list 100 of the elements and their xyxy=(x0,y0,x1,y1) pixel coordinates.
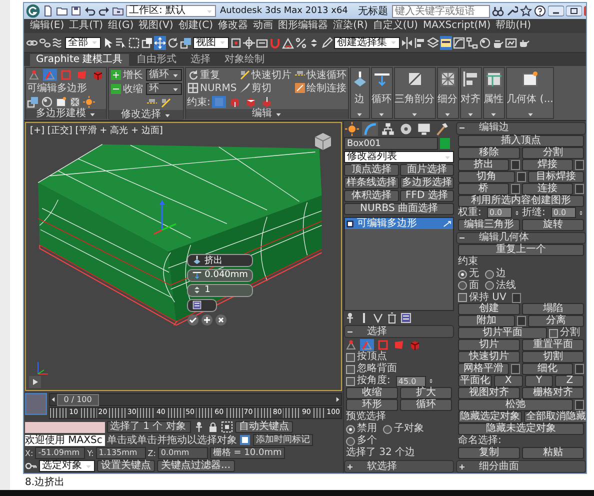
panel-button[interactable]: 粘贴 xyxy=(522,447,584,460)
ribbon-panel-button[interactable]: 对齐 xyxy=(460,67,482,119)
menu-item[interactable]: MAXScript(M) xyxy=(422,20,491,32)
spinner-field[interactable]: 45.0 xyxy=(396,376,426,386)
ribbon-panel-button[interactable]: 属性 xyxy=(482,67,505,119)
key-icon[interactable] xyxy=(25,460,37,472)
radio-button[interactable] xyxy=(346,424,355,434)
make-unique-icon[interactable] xyxy=(372,312,384,324)
panel-button[interactable]: 全部取消隐藏 xyxy=(524,411,586,424)
minimize-icon[interactable] xyxy=(548,5,564,17)
coordinate-field[interactable]: -51.09mm xyxy=(35,447,86,459)
rollout-header[interactable]: 编辑边 xyxy=(456,122,586,135)
mirror-icon[interactable] xyxy=(401,36,413,50)
radio-button[interactable] xyxy=(485,270,494,278)
settings-button[interactable] xyxy=(516,316,526,326)
dashed-rectangle-icon[interactable] xyxy=(128,36,140,50)
radio-button[interactable] xyxy=(346,436,355,446)
panel-button[interactable]: 重复上一个 xyxy=(458,244,584,256)
menu-item[interactable]: 修改器 xyxy=(218,20,248,32)
play-icon[interactable] xyxy=(29,376,41,388)
panel-button[interactable]: 插入顶点 xyxy=(458,134,584,147)
panel-button[interactable]: 分离 xyxy=(528,315,584,328)
modifier-button[interactable]: 顶点选择 xyxy=(344,164,398,176)
render-frame-icon[interactable] xyxy=(505,36,517,50)
layers-icon[interactable] xyxy=(427,36,439,50)
material-sphere-icon[interactable] xyxy=(479,36,491,50)
list-cursor-icon[interactable] xyxy=(115,36,127,50)
ribbon-tool-button[interactable]: 剪切 xyxy=(238,82,292,94)
menu-item[interactable]: 工具(T) xyxy=(69,20,104,32)
rollout-header[interactable]: 细分曲面 xyxy=(456,460,586,473)
scale-icon[interactable] xyxy=(27,96,39,108)
angle-snap-icon[interactable] xyxy=(282,36,294,50)
object-name-field[interactable]: Box001 xyxy=(344,137,438,150)
menu-item[interactable]: 渲染(R) xyxy=(333,20,368,32)
ribbon-panel-button[interactable]: 边 xyxy=(350,67,370,119)
menu-item[interactable]: 视图(V) xyxy=(138,20,174,32)
toolbar-dropdown[interactable]: 创建选择集 xyxy=(334,36,400,48)
toolbar-dropdown[interactable]: 全部 xyxy=(65,36,101,48)
time-tag-icon[interactable] xyxy=(239,434,251,446)
settings-button[interactable] xyxy=(516,172,526,182)
radio-button[interactable] xyxy=(485,281,494,290)
modifier-button[interactable]: 面片选择 xyxy=(400,164,454,176)
settings-button[interactable] xyxy=(575,364,584,374)
panel-button[interactable]: 挤出 xyxy=(458,158,509,171)
panel-button[interactable]: 分割 xyxy=(522,146,584,159)
pin-icon[interactable] xyxy=(193,421,205,433)
radio-button[interactable] xyxy=(458,281,467,290)
layout-toggle-icon[interactable] xyxy=(25,393,47,415)
folder-icon[interactable] xyxy=(56,5,68,17)
align-icon[interactable] xyxy=(414,36,426,50)
panel-button[interactable]: 环形 xyxy=(346,399,398,411)
rollout-header[interactable]: 编辑几何体 xyxy=(456,232,586,244)
ok-icon[interactable] xyxy=(186,314,199,326)
wavy-lines-icon[interactable] xyxy=(52,36,64,50)
rollout-header[interactable]: 选择 xyxy=(344,325,454,338)
radio-button[interactable] xyxy=(383,424,392,434)
panel-button[interactable]: 细化 xyxy=(522,363,573,376)
edge-icon[interactable] xyxy=(360,338,374,350)
panel-button[interactable]: 平面化 xyxy=(458,375,492,388)
panel-button[interactable]: 切角 xyxy=(458,170,514,183)
panel-button[interactable]: 循环 xyxy=(400,399,452,411)
caddy-field[interactable]: 0.040mm xyxy=(186,268,253,282)
viewport-label[interactable]: [+] [正交] [平滑 + 高光 + 边面] xyxy=(30,124,163,137)
monitor-icon[interactable] xyxy=(416,122,432,136)
star-icon[interactable] xyxy=(520,5,532,17)
settings-button[interactable] xyxy=(575,400,584,410)
panel-button[interactable]: Y xyxy=(524,375,554,388)
undo-icon[interactable] xyxy=(84,5,96,17)
slice-icon[interactable] xyxy=(160,97,172,109)
menu-item[interactable]: 帮助(H) xyxy=(496,20,532,32)
modifier-button[interactable]: NURBS 曲面选择 xyxy=(344,203,454,215)
panel-button[interactable]: 移除 xyxy=(458,146,520,159)
ribbon-tab[interactable]: Graphite 建模工具 xyxy=(30,54,129,66)
curve-editor-icon[interactable] xyxy=(453,36,465,50)
panel-button[interactable]: 利用所选内容创建图形 xyxy=(458,194,584,207)
ribbon-tool-button[interactable]: 绘制连接 xyxy=(294,82,347,94)
ribbon-panel-button[interactable]: 细分 xyxy=(436,67,459,119)
panel-button[interactable]: 快速切片 xyxy=(458,351,520,364)
panel-button[interactable]: 切片 xyxy=(458,339,520,352)
panel-button[interactable]: X xyxy=(494,375,523,388)
window-icon[interactable] xyxy=(55,96,67,108)
panel-button[interactable]: 切片平面 xyxy=(458,327,547,340)
ribbon-dropdown[interactable]: 循环 xyxy=(146,69,182,81)
panel-button[interactable]: 切割 xyxy=(522,351,584,364)
sun-icon[interactable] xyxy=(83,96,95,108)
time-slider-thumb[interactable]: 0 / 100 xyxy=(57,394,99,406)
key-set-dropdown[interactable]: 选定对象 xyxy=(39,460,95,472)
panel-button[interactable]: 隐藏选定对象 xyxy=(458,411,522,424)
broken-chain-icon[interactable] xyxy=(39,36,51,50)
ribbon-tool-button[interactable]: NURMS xyxy=(187,82,237,94)
binoculars-icon[interactable] xyxy=(492,5,504,17)
workspace-dropdown[interactable]: 工作区: 默认 xyxy=(126,5,216,17)
percent-snap-icon[interactable] xyxy=(295,36,307,50)
checkbox[interactable] xyxy=(458,293,467,302)
crosshair-icon[interactable] xyxy=(243,36,255,50)
lock-icon[interactable] xyxy=(207,421,219,433)
radio-button[interactable] xyxy=(458,270,467,278)
selection-mode-icon[interactable] xyxy=(221,421,233,433)
panel-button[interactable]: 网格平滑 xyxy=(458,363,509,376)
settings-button[interactable] xyxy=(511,364,520,374)
